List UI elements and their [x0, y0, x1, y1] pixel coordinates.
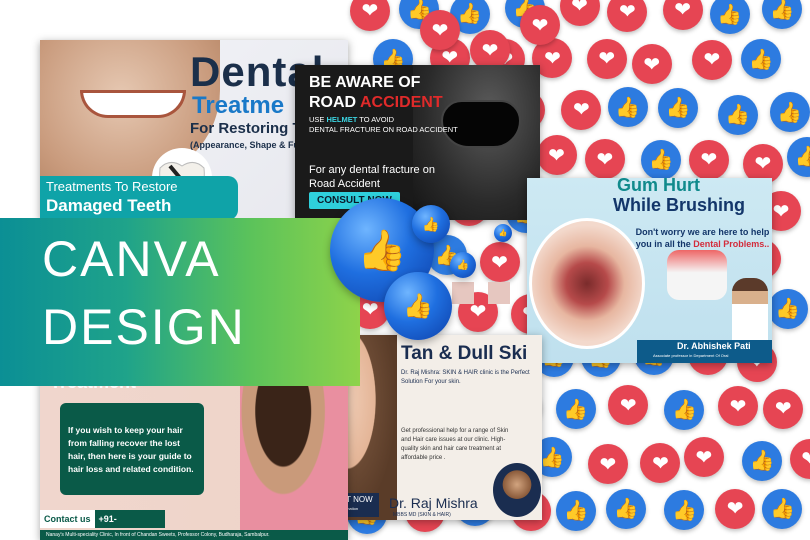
- like-reaction-icon: 👍: [664, 490, 705, 531]
- road-heading-red: ACCIDENT: [359, 94, 443, 111]
- thumbs-up-icon: 👍: [456, 259, 470, 271]
- heart-reaction-icon: ❤: [691, 39, 732, 80]
- skin-doctor-name: Dr. Raj Mishra: [389, 495, 478, 511]
- canva-design-banner: CANVA DESIGN: [0, 218, 360, 386]
- banner-line2: DESIGN: [42, 299, 246, 355]
- like-reaction-icon: 👍: [709, 0, 750, 35]
- heart-reaction-icon: ❤: [561, 89, 602, 130]
- heart-reaction-icon: ❤: [607, 0, 648, 32]
- road-body-text: For any dental fracture on Road Accident: [309, 164, 435, 190]
- gum-body-highlight: Dental Problems..: [693, 239, 770, 249]
- like-reaction-icon: 👍: [741, 39, 782, 80]
- decor-square-2: [488, 282, 510, 304]
- brushing-mouth-image: [529, 218, 645, 349]
- like-reaction-icon: 👍: [762, 488, 803, 529]
- road-heading-line1: BE AWARE OF: [309, 74, 421, 91]
- heart-reaction-icon: ❤: [420, 10, 460, 50]
- like-bubble-small-2: 👍: [450, 252, 476, 278]
- like-reaction-icon: 👍: [664, 389, 705, 430]
- dental-ribbon: Treatments To Restore Damaged Teeth: [40, 176, 238, 220]
- like-bubble-small-1: 👍: [412, 205, 450, 243]
- like-reaction-icon: 👍: [767, 288, 808, 329]
- heart-reaction-icon: ❤: [536, 135, 577, 176]
- missing-tooth-smile: [80, 90, 186, 118]
- heart-reaction-icon: ❤: [715, 488, 756, 529]
- skin-doctor-avatar: [493, 463, 541, 517]
- road-small-line2: DENTAL FRACTURE ON ROAD ACCIDENT: [309, 125, 458, 134]
- skin-intro: Dr. Raj Mishra: SKIN & HAIR clinic is th…: [401, 370, 530, 385]
- like-reaction-icon: 👍: [606, 488, 647, 529]
- doctor-photo: [732, 278, 768, 343]
- dental-subtitle: Treatme: [192, 92, 285, 119]
- road-small-helmet: HELMET: [326, 115, 358, 124]
- thumbs-up-icon: 👍: [357, 228, 407, 273]
- like-reaction-icon: 👍: [762, 0, 803, 30]
- dental-detail: (Appearance, Shape & Fun: [190, 140, 305, 150]
- dental-tagline: For Restoring T: [190, 120, 302, 137]
- gum-hurt-design-card[interactable]: Gum Hurt While Brushing Don't worry we a…: [527, 178, 772, 363]
- gum-body-text: Don't worry we are here to help you in a…: [635, 226, 770, 250]
- like-bubble-tiny: 👍: [494, 224, 512, 242]
- like-reaction-icon: 👍: [787, 136, 810, 177]
- helmet-rider-image: [413, 65, 540, 220]
- road-heading-line2: ROAD ACCIDENT: [309, 94, 443, 112]
- thumbs-up-icon: 👍: [403, 292, 433, 320]
- heart-reaction-icon: ❤: [586, 38, 627, 79]
- road-small-use: USE: [309, 115, 327, 124]
- heart-reaction-icon: ❤: [683, 437, 724, 478]
- teeth-model-image: [667, 250, 727, 300]
- ribbon-small-text: Treatments To Restore: [46, 179, 178, 194]
- heart-reaction-icon: ❤: [688, 139, 729, 180]
- skin-body: Get professional help for a range of Ski…: [401, 428, 509, 461]
- like-reaction-icon: 👍: [556, 490, 597, 531]
- road-small-avoid: TO AVOID: [357, 115, 395, 124]
- like-reaction-icon: 👍: [607, 87, 648, 128]
- heart-reaction-icon: ❤: [763, 388, 804, 429]
- road-small-text: USE HELMET TO AVOID DENTAL FRACTURE ON R…: [309, 115, 458, 135]
- heart-reaction-icon: ❤: [631, 44, 672, 85]
- hair-address: Nanay's Multi-speciality Clinic, In fron…: [40, 530, 348, 540]
- road-accident-design-card[interactable]: BE AWARE OF ROAD ACCIDENT USE HELMET TO …: [295, 65, 540, 220]
- heart-reaction-icon: ❤: [520, 5, 560, 45]
- thumbs-up-icon: 👍: [422, 215, 440, 232]
- heart-reaction-icon: ❤: [640, 443, 681, 484]
- banner-line1: CANVA: [42, 231, 221, 287]
- heart-reaction-icon: ❤: [559, 0, 600, 26]
- road-heading-white: ROAD: [309, 94, 360, 111]
- decor-square-1: [452, 282, 474, 304]
- heart-reaction-icon: ❤: [470, 30, 510, 70]
- heart-reaction-icon: ❤: [789, 438, 810, 479]
- like-reaction-icon: 👍: [640, 139, 681, 180]
- like-reaction-icon: 👍: [717, 94, 758, 135]
- heart-reaction-icon: ❤: [662, 0, 703, 30]
- like-reaction-icon: 👍: [769, 92, 810, 133]
- like-bubble-medium: 👍: [384, 272, 452, 340]
- heart-reaction-icon: ❤: [608, 385, 649, 426]
- thumbs-up-icon: 👍: [498, 230, 508, 237]
- heart-reaction-icon: ❤: [718, 386, 758, 427]
- skin-doctor-sub: MBBS MD (SKIN & HAIR): [393, 512, 451, 518]
- like-reaction-icon: 👍: [742, 440, 783, 481]
- heart-reaction-icon: ❤: [479, 242, 520, 283]
- heart-reaction-icon: ❤: [587, 444, 628, 485]
- hair-contact-bar: Contact us+91-7008339431: [40, 510, 165, 540]
- skin-title: Tan & Dull Ski: [401, 343, 528, 364]
- gum-title-line1: Gum Hurt: [617, 178, 700, 195]
- gum-title-line2: While Brushing: [613, 195, 745, 215]
- ribbon-big-text: Damaged Teeth: [46, 196, 172, 215]
- like-reaction-icon: 👍: [658, 87, 699, 128]
- hair-contact-label: Contact us: [40, 510, 95, 528]
- like-reaction-icon: 👍: [555, 389, 596, 430]
- gum-doctor-role: Associate professor in Department Of Ora…: [653, 353, 729, 358]
- hair-body: If you wish to keep your hair from falli…: [68, 425, 194, 474]
- gum-doctor-name: Dr. Abhishek Pati: [677, 341, 751, 351]
- woman-hair-image: [240, 368, 348, 540]
- heart-reaction-icon: ❤: [349, 0, 390, 31]
- heart-reaction-icon: ❤: [584, 139, 625, 180]
